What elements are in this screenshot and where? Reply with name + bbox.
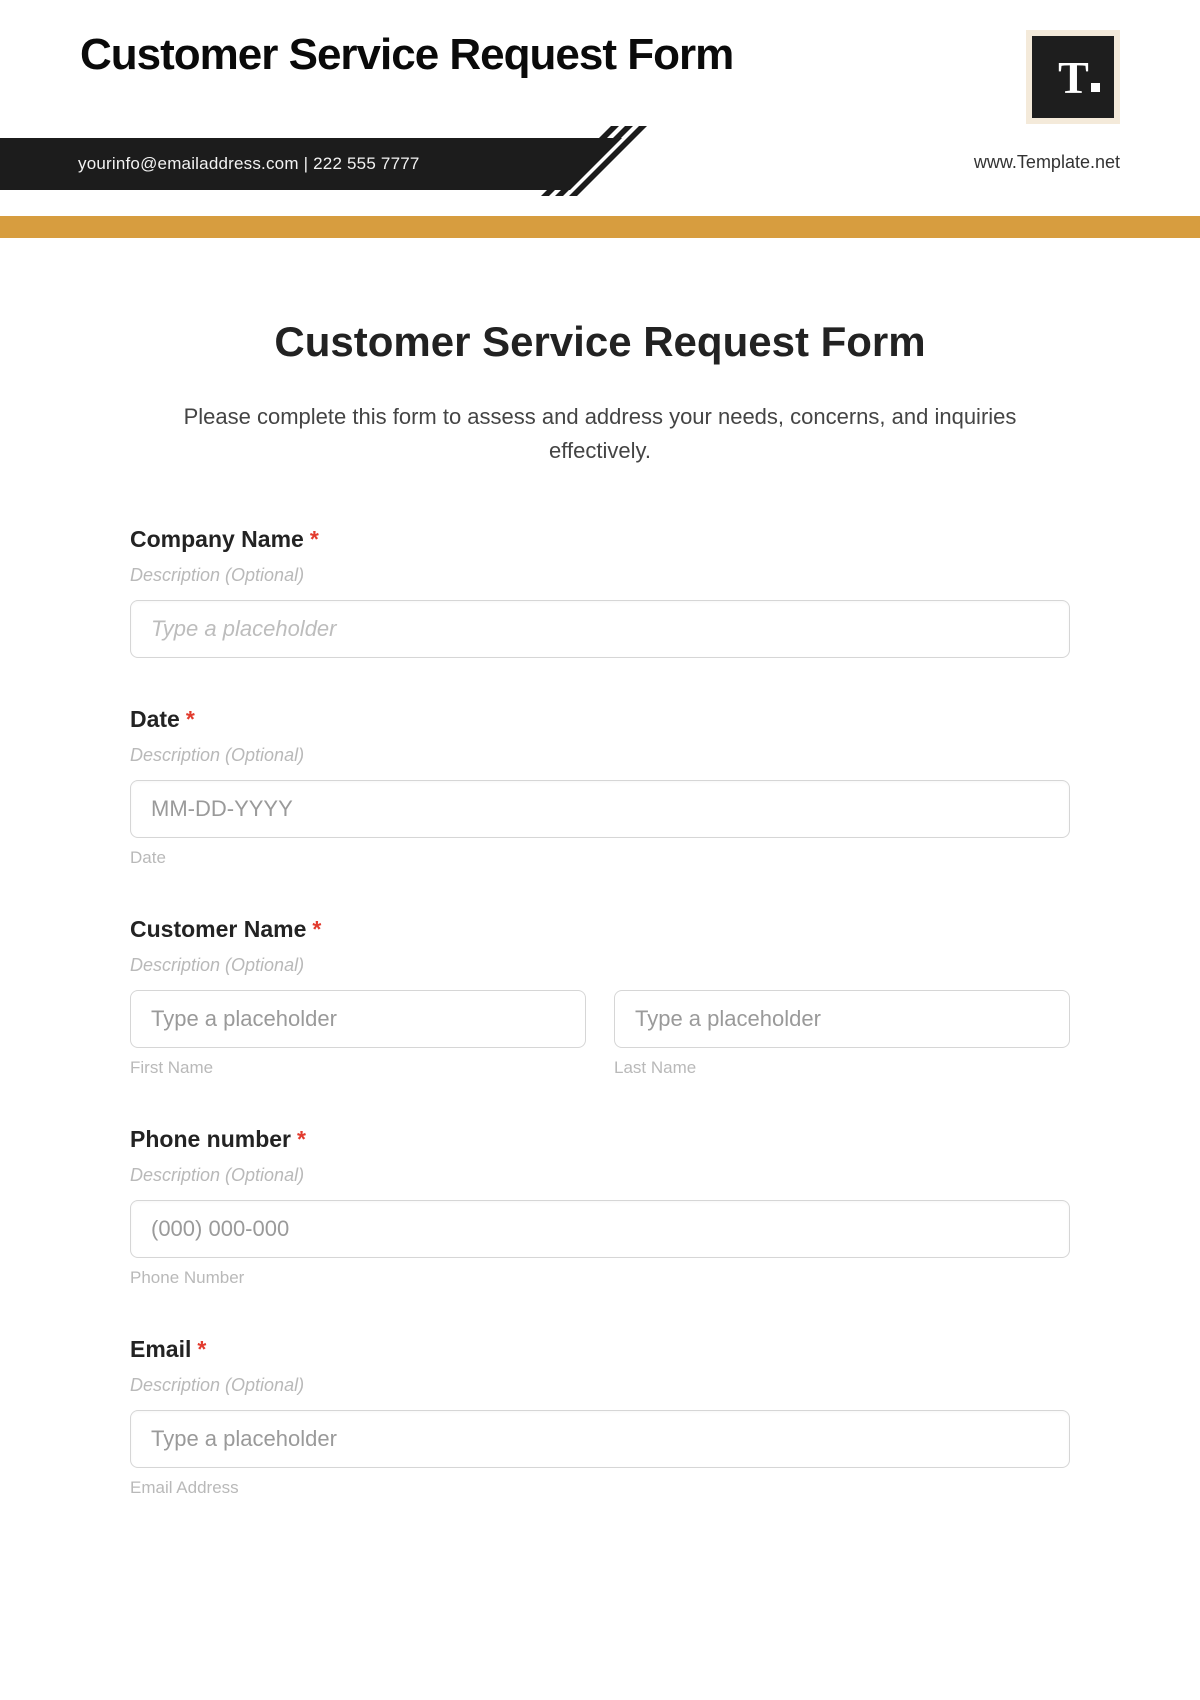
accent-divider [0, 216, 1200, 238]
brand-letter: T [1058, 51, 1088, 104]
form-intro: Please complete this form to assess and … [150, 400, 1050, 468]
required-mark: * [310, 526, 319, 553]
brand-logo: T [1026, 30, 1120, 124]
last-name-input[interactable] [614, 990, 1070, 1048]
phone-desc: Description (Optional) [130, 1165, 1070, 1186]
contact-line: yourinfo@emailaddress.com | 222 555 7777 [78, 154, 420, 174]
phone-input[interactable] [130, 1200, 1070, 1258]
field-date: Date* Description (Optional) Date [130, 706, 1070, 868]
page-title: Customer Service Request Form [80, 30, 733, 80]
email-sublabel: Email Address [130, 1478, 1070, 1498]
field-company-name: Company Name* Description (Optional) [130, 526, 1070, 658]
phone-sublabel: Phone Number [130, 1268, 1070, 1288]
email-label: Email [130, 1336, 191, 1363]
field-email: Email* Description (Optional) Email Addr… [130, 1336, 1070, 1498]
field-customer-name: Customer Name* Description (Optional) Fi… [130, 916, 1070, 1078]
date-sublabel: Date [130, 848, 1070, 868]
required-mark: * [297, 1126, 306, 1153]
header-banner: yourinfo@emailaddress.com | 222 555 7777… [0, 138, 1200, 198]
banner-dark-strip: yourinfo@emailaddress.com | 222 555 7777 [0, 138, 570, 190]
date-input[interactable] [130, 780, 1070, 838]
email-input[interactable] [130, 1410, 1070, 1468]
brand-dot-icon [1091, 83, 1100, 92]
phone-label: Phone number [130, 1126, 291, 1153]
first-name-input[interactable] [130, 990, 586, 1048]
date-label: Date [130, 706, 180, 733]
customer-name-label: Customer Name [130, 916, 306, 943]
required-mark: * [312, 916, 321, 943]
form-title: Customer Service Request Form [130, 318, 1070, 366]
last-name-sublabel: Last Name [614, 1058, 1070, 1078]
company-name-desc: Description (Optional) [130, 565, 1070, 586]
field-phone: Phone number* Description (Optional) Pho… [130, 1126, 1070, 1288]
date-desc: Description (Optional) [130, 745, 1070, 766]
first-name-sublabel: First Name [130, 1058, 586, 1078]
company-name-label: Company Name [130, 526, 304, 553]
site-url[interactable]: www.Template.net [974, 152, 1120, 173]
required-mark: * [197, 1336, 206, 1363]
form-body: Customer Service Request Form Please com… [0, 238, 1200, 1498]
required-mark: * [186, 706, 195, 733]
brand-logo-inner: T [1032, 36, 1114, 118]
company-name-input[interactable] [130, 600, 1070, 658]
customer-name-desc: Description (Optional) [130, 955, 1070, 976]
email-desc: Description (Optional) [130, 1375, 1070, 1396]
